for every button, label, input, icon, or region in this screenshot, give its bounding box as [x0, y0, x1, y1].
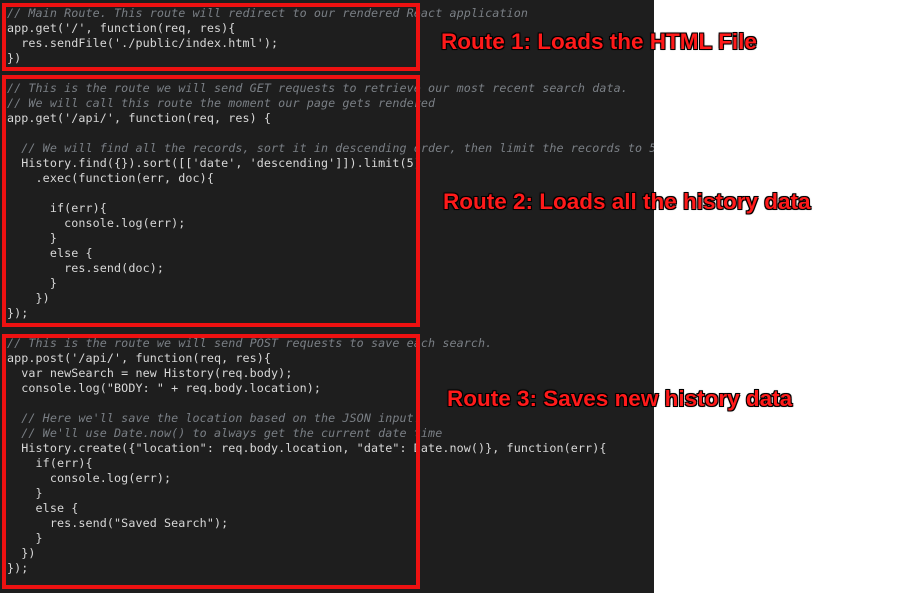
code-line: res.sendFile('./public/index.html'); — [7, 36, 279, 50]
code-comment-line: // This is the route we will send POST r… — [7, 336, 493, 350]
code-line: }) — [7, 291, 50, 305]
code-comment-line: // This is the route we will send GET re… — [7, 81, 628, 95]
code-line: } — [7, 486, 43, 500]
code-comment-line: // Here we'll save the location based on… — [7, 411, 421, 425]
route3-annotation: Route 3: Saves new history data — [447, 386, 793, 411]
code-line: app.get('/', function(req, res){ — [7, 21, 236, 35]
code-comment-line: // We'll use Date.now() to always get th… — [7, 426, 443, 440]
code-line: app.post('/api/', function(req, res){ — [7, 351, 272, 365]
code-line: } — [7, 276, 57, 290]
code-line: }); — [7, 561, 29, 575]
code-line: if(err){ — [7, 201, 107, 215]
code-line: console.log(err); — [7, 471, 172, 485]
code-line: else { — [7, 246, 93, 260]
code-line: res.send("Saved Search"); — [7, 516, 229, 530]
code-line: History.create({"location": req.body.loc… — [7, 441, 607, 455]
code-line: } — [7, 231, 57, 245]
code-line: }) — [7, 51, 22, 65]
code-line: res.send(doc); — [7, 261, 165, 275]
code-editor: // Main Route. This route will redirect … — [0, 0, 654, 593]
code-line: }) — [7, 546, 36, 560]
code-line: History.find({}).sort([['date', 'descend… — [7, 156, 421, 170]
code-comment-line: // We will call this route the moment ou… — [7, 96, 436, 110]
code-line: .exec(function(err, doc){ — [7, 171, 214, 185]
route1-annotation: Route 1: Loads the HTML File — [441, 29, 757, 54]
code-line: if(err){ — [7, 456, 93, 470]
code-line: app.get('/api/', function(req, res) { — [7, 111, 272, 125]
code-line: else { — [7, 501, 79, 515]
code-line: } — [7, 531, 43, 545]
code-line: }); — [7, 306, 29, 320]
code-line: console.log("BODY: " + req.body.location… — [7, 381, 322, 395]
code-comment-line: // We will find all the records, sort it… — [7, 141, 654, 155]
code-line: console.log(err); — [7, 216, 186, 230]
code-comment-line: // Main Route. This route will redirect … — [7, 6, 528, 20]
route2-annotation: Route 2: Loads all the history data — [443, 189, 811, 214]
code-line: var newSearch = new History(req.body); — [7, 366, 293, 380]
